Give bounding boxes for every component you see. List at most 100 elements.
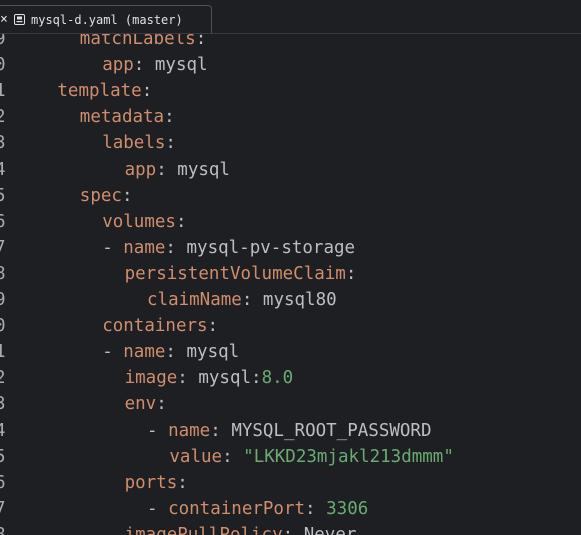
- yaml-value: Never: [293, 524, 357, 535]
- yaml-value: mysql: [166, 159, 230, 180]
- code-line[interactable]: 3 labels:: [0, 130, 581, 156]
- line-number: 2: [0, 368, 6, 389]
- colon: :: [141, 81, 153, 102]
- code-line[interactable]: 5 spec:: [0, 183, 581, 209]
- yaml-key: value: [169, 446, 223, 467]
- code-line[interactable]: 9 matchLabels:: [0, 34, 581, 52]
- yaml-file-icon: [14, 14, 25, 25]
- line-number: 9: [0, 34, 6, 49]
- code-text: claimName: mysql80: [147, 287, 337, 313]
- line-number: 2: [0, 107, 6, 128]
- yaml-value: 3306: [315, 498, 369, 519]
- tab-bar: × mysql-d.yaml (master): [0, 0, 581, 34]
- yaml-key: name: [123, 237, 166, 258]
- code-line[interactable]: 8 imagePullPolicy: Never: [0, 522, 581, 535]
- colon: :: [165, 133, 176, 154]
- line-number: 8: [0, 524, 6, 535]
- yaml-key: claimName: [147, 290, 242, 310]
- code-line[interactable]: 6 volumes:: [0, 209, 581, 235]
- list-dash: -: [102, 342, 124, 363]
- yaml-key: spec: [79, 185, 122, 206]
- list-dash: -: [102, 237, 124, 258]
- yaml-key: app: [124, 159, 157, 180]
- code-line[interactable]: 4 app: mysql: [0, 157, 581, 183]
- code-line[interactable]: 7 - name: mysql-pv-storage: [0, 235, 581, 261]
- line-number: 5: [0, 446, 6, 467]
- code-text: spec:: [80, 183, 133, 209]
- colon: :: [156, 159, 167, 180]
- yaml-key: volumes: [102, 211, 176, 232]
- yaml-key: ports: [124, 472, 178, 493]
- colon: :: [195, 34, 207, 49]
- yaml-value: mysql: [144, 55, 208, 76]
- code-text: app: mysql: [125, 157, 230, 183]
- yaml-key: imagePullPolicy: [124, 524, 283, 535]
- code-line[interactable]: 0 app: mysql: [0, 52, 581, 78]
- yaml-key: metadata: [79, 107, 165, 128]
- line-number: 3: [0, 394, 6, 415]
- code-line[interactable]: 9 claimName: mysql80: [0, 287, 581, 313]
- code-text: imagePullPolicy: Never: [125, 522, 357, 535]
- yaml-value: MYSQL_ROOT_PASSWORD: [220, 420, 432, 441]
- code-text: template:: [57, 78, 152, 104]
- yaml-value: "LKKD23mjakl213dmmm": [232, 446, 454, 467]
- code-line[interactable]: 3 env:: [0, 391, 581, 417]
- line-number: 7: [0, 237, 6, 258]
- yaml-value: mysql:: [187, 368, 262, 389]
- code-editor[interactable]: 9 matchLabels: 0 app: mysql 1 template: 2 metad…: [0, 34, 581, 535]
- code-line[interactable]: 1 - name: mysql: [0, 339, 581, 365]
- yaml-key: matchLabels: [79, 34, 196, 49]
- line-number: 6: [0, 211, 6, 232]
- code-text: value: "LKKD23mjakl213dmmm": [169, 444, 454, 470]
- tab-label: mysql-d.yaml (master): [31, 12, 183, 27]
- tab-mysql-d-yaml[interactable]: × mysql-d.yaml (master): [0, 5, 212, 33]
- yaml-value: mysql80: [252, 290, 337, 310]
- yaml-key: containerPort: [168, 498, 306, 519]
- colon: :: [133, 55, 145, 76]
- code-text: volumes:: [102, 209, 186, 235]
- line-number: 1: [0, 81, 6, 102]
- colon: :: [222, 446, 233, 467]
- yaml-key: env: [124, 394, 157, 415]
- colon: :: [164, 107, 175, 128]
- code-line[interactable]: 5 value: "LKKD23mjakl213dmmm": [0, 444, 581, 470]
- colon: :: [121, 185, 133, 206]
- code-text: - containerPort: 3306: [147, 496, 368, 522]
- code-line[interactable]: 2 image: mysql:8.0: [0, 365, 581, 391]
- colon: :: [156, 394, 167, 415]
- editor-window: × mysql-d.yaml (master) 9 matchLabels: 0 ap…: [0, 0, 581, 535]
- line-number: 4: [0, 420, 6, 441]
- code-text: matchLabels:: [80, 34, 206, 52]
- yaml-key: name: [123, 342, 166, 363]
- colon: :: [177, 368, 188, 389]
- code-text: ports:: [125, 470, 188, 496]
- code-line[interactable]: 1 template:: [0, 78, 581, 104]
- yaml-key: name: [168, 420, 211, 441]
- line-number: 3: [0, 133, 6, 154]
- code-text: env:: [125, 391, 167, 417]
- colon: :: [177, 472, 188, 493]
- colon: :: [305, 498, 316, 519]
- code-line[interactable]: 4 - name: MYSQL_ROOT_PASSWORD: [0, 418, 581, 444]
- line-number: 7: [0, 498, 6, 519]
- code-line[interactable]: 7 - containerPort: 3306: [0, 496, 581, 522]
- list-dash: -: [147, 498, 169, 519]
- line-number: 8: [0, 263, 6, 284]
- list-dash: -: [147, 420, 169, 441]
- code-line[interactable]: 6 ports:: [0, 470, 581, 496]
- code-line[interactable]: 0 containers:: [0, 313, 581, 339]
- code-line[interactable]: 8 persistentVolumeClaim:: [0, 261, 581, 287]
- line-number: 4: [0, 159, 6, 180]
- colon: :: [210, 420, 221, 441]
- line-number: 0: [0, 55, 6, 76]
- yaml-key: containers: [102, 316, 208, 337]
- close-icon[interactable]: ×: [0, 13, 8, 27]
- code-line[interactable]: 2 metadata:: [0, 104, 581, 130]
- code-text: metadata:: [80, 104, 175, 130]
- line-number: 1: [0, 342, 6, 363]
- code-text: containers:: [102, 313, 218, 339]
- colon: :: [175, 211, 187, 232]
- yaml-value-tag: 8.0: [261, 368, 294, 389]
- yaml-key: app: [102, 55, 134, 76]
- line-number: 0: [0, 316, 6, 337]
